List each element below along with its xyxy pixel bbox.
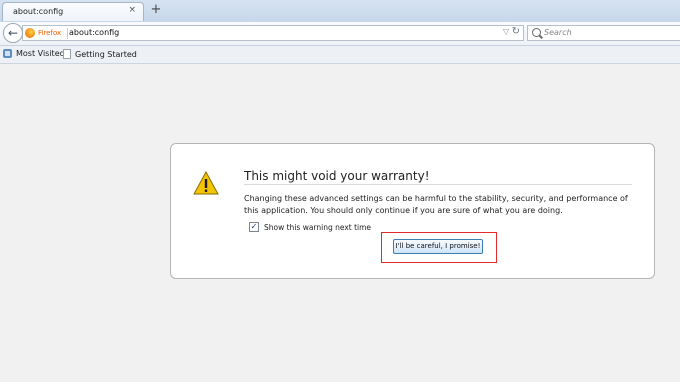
- bookmarks-toolbar: Most Visited Getting Started: [0, 46, 680, 64]
- reload-icon[interactable]: ↻: [512, 26, 520, 37]
- search-icon: [532, 28, 541, 37]
- back-button[interactable]: ←: [3, 23, 23, 43]
- bookmark-most-visited[interactable]: Most Visited: [3, 49, 65, 58]
- tab-strip: about:config × +: [0, 0, 680, 22]
- warning-icon: [193, 171, 219, 195]
- show-warning-label[interactable]: Show this warning next time: [264, 223, 371, 232]
- show-warning-checkbox-row[interactable]: ✓ Show this warning next time: [249, 222, 371, 232]
- page-icon: [63, 49, 71, 59]
- navigation-bar: Firefox about:config ▽ ↻ ← Search: [0, 22, 680, 46]
- warning-title: This might void your warranty!: [244, 169, 430, 183]
- search-placeholder: Search: [544, 28, 572, 37]
- close-icon[interactable]: ×: [128, 5, 136, 15]
- tab-about-config[interactable]: about:config ×: [2, 2, 144, 21]
- bookmark-getting-started[interactable]: Getting Started: [63, 49, 137, 59]
- title-divider: [244, 184, 632, 185]
- bookmarks-folder-icon: [3, 49, 12, 58]
- url-text[interactable]: about:config: [69, 28, 119, 37]
- history-dropdown-icon[interactable]: ▽: [503, 27, 509, 36]
- firefox-logo-icon: [25, 28, 35, 38]
- new-tab-button[interactable]: +: [148, 2, 164, 18]
- tab-title: about:config: [13, 7, 64, 16]
- warning-message: Changing these advanced settings can be …: [244, 194, 628, 215]
- show-warning-checkbox[interactable]: ✓: [249, 222, 259, 232]
- confirm-button[interactable]: I'll be careful, I promise!: [393, 239, 483, 254]
- url-bar[interactable]: Firefox about:config ▽ ↻: [22, 25, 524, 41]
- bookmark-label: Most Visited: [16, 49, 65, 58]
- identity-label: Firefox: [38, 29, 62, 37]
- warranty-warning-box: This might void your warranty! Changing …: [170, 143, 655, 279]
- search-bar[interactable]: Search: [527, 25, 680, 41]
- identity-box[interactable]: Firefox: [25, 27, 69, 39]
- bookmark-label: Getting Started: [75, 49, 137, 59]
